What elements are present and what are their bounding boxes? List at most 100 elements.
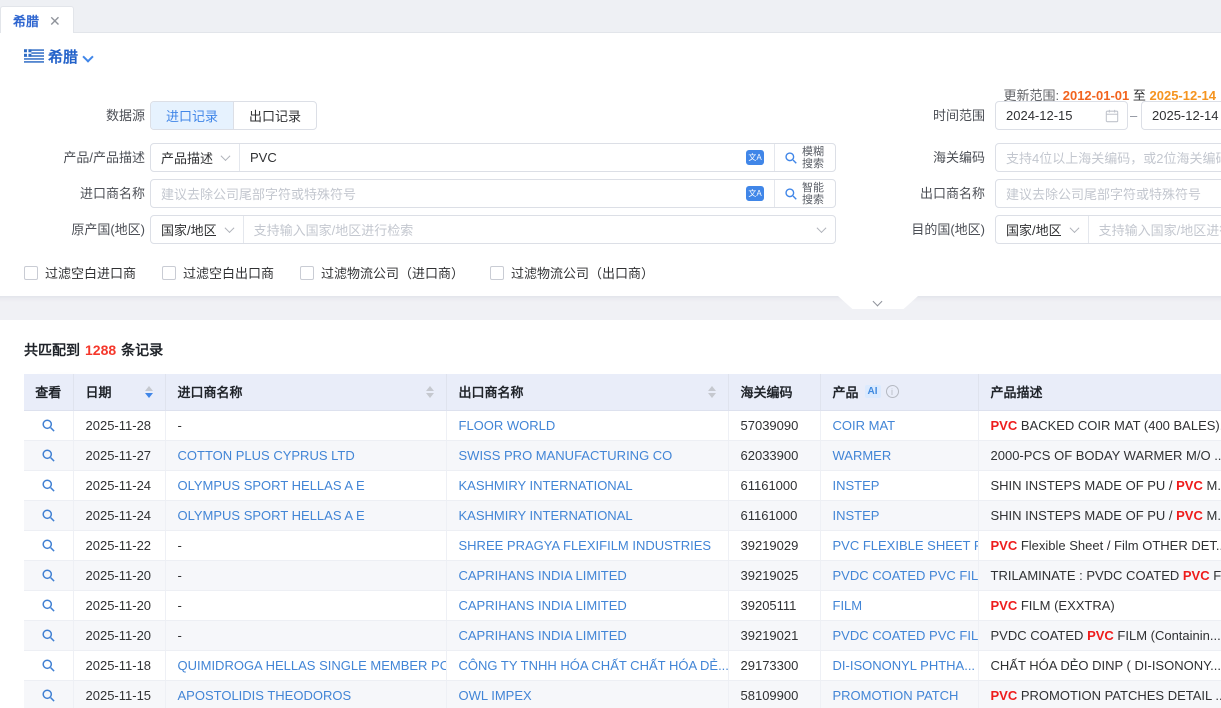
checkbox-label: 过滤空白出口商	[183, 263, 274, 282]
product-link[interactable]: PVDC COATED PVC FIL...	[820, 560, 978, 590]
dest-country-select[interactable]: 国家/地区	[996, 216, 1089, 243]
chevron-down-icon	[221, 151, 231, 161]
app-window: 希腊 希腊 更新范围: 2012-01-01 至 2025-12-14	[0, 0, 1221, 708]
hs-code-cell: 39219025	[728, 560, 820, 590]
description-text: SHIN INSTEPS MADE OF PU /	[991, 478, 1177, 493]
importer-link[interactable]: COTTON PLUS CYPRUS LTD	[165, 440, 446, 470]
date-start-input[interactable]: 2024-12-15	[995, 101, 1128, 130]
view-detail-button[interactable]	[24, 560, 73, 590]
product-link[interactable]: INSTEP	[820, 470, 978, 500]
view-detail-button[interactable]	[24, 470, 73, 500]
product-field-select-value: 产品描述	[161, 148, 213, 167]
dest-country-input[interactable]: 支持输入国家/地区进行	[1089, 216, 1221, 243]
product-search-input[interactable]: PVC 文A	[240, 144, 774, 171]
checkbox-label: 过滤物流公司（出口商）	[511, 263, 654, 282]
filter-checkbox-blank-importer[interactable]: 过滤空白进口商	[24, 263, 136, 282]
product-link[interactable]: WARMER	[820, 440, 978, 470]
importer-link[interactable]: OLYMPUS SPORT HELLAS A E	[165, 500, 446, 530]
filter-checkbox-logistics-importer[interactable]: 过滤物流公司（进口商）	[300, 263, 464, 282]
product-link[interactable]: FILM	[820, 590, 978, 620]
table-row: 2025-11-15APOSTOLIDIS THEODOROSOWL IMPEX…	[24, 680, 1221, 708]
filter-checkbox-blank-exporter[interactable]: 过滤空白出口商	[162, 263, 274, 282]
sort-importer-button[interactable]	[418, 382, 434, 402]
toggle-import-records[interactable]: 进口记录	[151, 102, 233, 129]
hs-code-cell: 29173300	[728, 650, 820, 680]
product-link[interactable]: COIR MAT	[820, 410, 978, 440]
translate-icon[interactable]: 文A	[746, 186, 764, 201]
importer-link[interactable]: QUIMIDROGA HELLAS SINGLE MEMBER PC	[165, 650, 446, 680]
smart-search-button[interactable]: 智能搜索	[774, 180, 835, 207]
summary-count: 1288	[85, 342, 116, 358]
sort-exporter-button[interactable]	[700, 382, 716, 402]
view-detail-button[interactable]	[24, 680, 73, 708]
filter-checkbox-logistics-exporter[interactable]: 过滤物流公司（出口商）	[490, 263, 654, 282]
description-cell: PVC FILM (EXXTRA)	[978, 590, 1221, 620]
origin-country-select[interactable]: 国家/地区	[151, 216, 244, 243]
exporter-input[interactable]: 建议去除公司尾部字符或特殊符号	[995, 179, 1221, 208]
product-link[interactable]: PVDC COATED PVC FIL...	[820, 620, 978, 650]
chevron-down-icon	[1069, 223, 1079, 233]
table-row: 2025-11-20-CAPRIHANS INDIA LIMITED392051…	[24, 590, 1221, 620]
smart-search-label: 智能搜索	[802, 182, 826, 206]
exporter-link[interactable]: SHREE PRAGYA FLEXIFILM INDUSTRIES	[446, 530, 728, 560]
sort-date-button[interactable]	[137, 382, 153, 402]
translate-icon[interactable]: 文A	[746, 150, 764, 165]
view-detail-button[interactable]	[24, 500, 73, 530]
description-cell: TRILAMINATE : PVDC COATED PVC F...	[978, 560, 1221, 590]
view-detail-button[interactable]	[24, 410, 73, 440]
tab-greece[interactable]: 希腊	[0, 6, 74, 34]
hs-code-cell: 57039090	[728, 410, 820, 440]
importer-input[interactable]: 建议去除公司尾部字符或特殊符号 文A	[151, 180, 774, 207]
table-row: 2025-11-24OLYMPUS SPORT HELLAS A EKASHMI…	[24, 500, 1221, 530]
view-detail-button[interactable]	[24, 590, 73, 620]
product-field-select[interactable]: 产品描述	[151, 144, 240, 171]
info-icon[interactable]	[886, 385, 899, 398]
exporter-link[interactable]: KASHMIRY INTERNATIONAL	[446, 470, 728, 500]
keyword-highlight: PVC	[991, 598, 1018, 613]
product-link[interactable]: PROMOTION PATCH	[820, 680, 978, 708]
tab-bar: 希腊	[0, 0, 1221, 33]
product-link[interactable]: PVC FLEXIBLE SHEET F...	[820, 530, 978, 560]
view-detail-button[interactable]	[24, 650, 73, 680]
close-icon[interactable]	[49, 14, 61, 28]
data-source-label: 数据源	[0, 101, 145, 130]
hs-code-input[interactable]: 支持4位以上海关编码，或2位海关编码加	[995, 143, 1221, 172]
product-link[interactable]: INSTEP	[820, 500, 978, 530]
exporter-link[interactable]: OWL IMPEX	[446, 680, 728, 708]
date-cell: 2025-11-20	[73, 590, 165, 620]
toggle-export-records[interactable]: 出口记录	[233, 102, 316, 129]
product-search-control: 产品描述 PVC 文A 模糊搜索	[150, 143, 836, 172]
exporter-link[interactable]: KASHMIRY INTERNATIONAL	[446, 500, 728, 530]
origin-country-input[interactable]: 支持输入国家/地区进行检索	[244, 216, 835, 243]
ai-badge: AI	[865, 385, 881, 398]
table-row: 2025-11-22-SHREE PRAGYA FLEXIFILM INDUST…	[24, 530, 1221, 560]
date-cell: 2025-11-20	[73, 620, 165, 650]
importer-link[interactable]: OLYMPUS SPORT HELLAS A E	[165, 470, 446, 500]
description-text: PROMOTION PATCHES DETAIL ...	[1017, 688, 1221, 703]
importer-link[interactable]: APOSTOLIDIS THEODOROS	[165, 680, 446, 708]
filter-checkbox-row: 过滤空白进口商 过滤空白出口商 过滤物流公司（进口商） 过滤物流公司（出口商）	[24, 263, 654, 282]
keyword-highlight: PVC	[991, 688, 1018, 703]
exporter-link[interactable]: CAPRIHANS INDIA LIMITED	[446, 620, 728, 650]
origin-country-control: 国家/地区 支持输入国家/地区进行检索	[150, 215, 836, 244]
importer-link: -	[165, 560, 446, 590]
col-description: 产品描述	[978, 374, 1221, 410]
product-link[interactable]: DI-ISONONYL PHTHA...	[820, 650, 978, 680]
chevron-down-icon[interactable]	[82, 51, 93, 62]
view-detail-button[interactable]	[24, 620, 73, 650]
exporter-link[interactable]: FLOOR WORLD	[446, 410, 728, 440]
exporter-link[interactable]: CAPRIHANS INDIA LIMITED	[446, 590, 728, 620]
exporter-label: 出口商名称	[840, 179, 985, 208]
date-end-input[interactable]: 2025-12-14	[1141, 101, 1221, 130]
exporter-link[interactable]: CÔNG TY TNHH HÓA CHẤT CHẤT HÓA DẺ...	[446, 650, 728, 680]
exporter-link[interactable]: SWISS PRO MANUFACTURING CO	[446, 440, 728, 470]
view-detail-button[interactable]	[24, 530, 73, 560]
hs-code-cell: 58109900	[728, 680, 820, 708]
description-cell: SHIN INSTEPS MADE OF PU / PVC M...	[978, 500, 1221, 530]
description-text: FILM (Containin...	[1114, 628, 1221, 643]
fuzzy-search-button[interactable]: 模糊搜索	[774, 144, 835, 171]
date-range-separator: –	[1130, 101, 1137, 130]
view-detail-button[interactable]	[24, 440, 73, 470]
greece-flag-icon	[24, 49, 44, 66]
exporter-link[interactable]: CAPRIHANS INDIA LIMITED	[446, 560, 728, 590]
